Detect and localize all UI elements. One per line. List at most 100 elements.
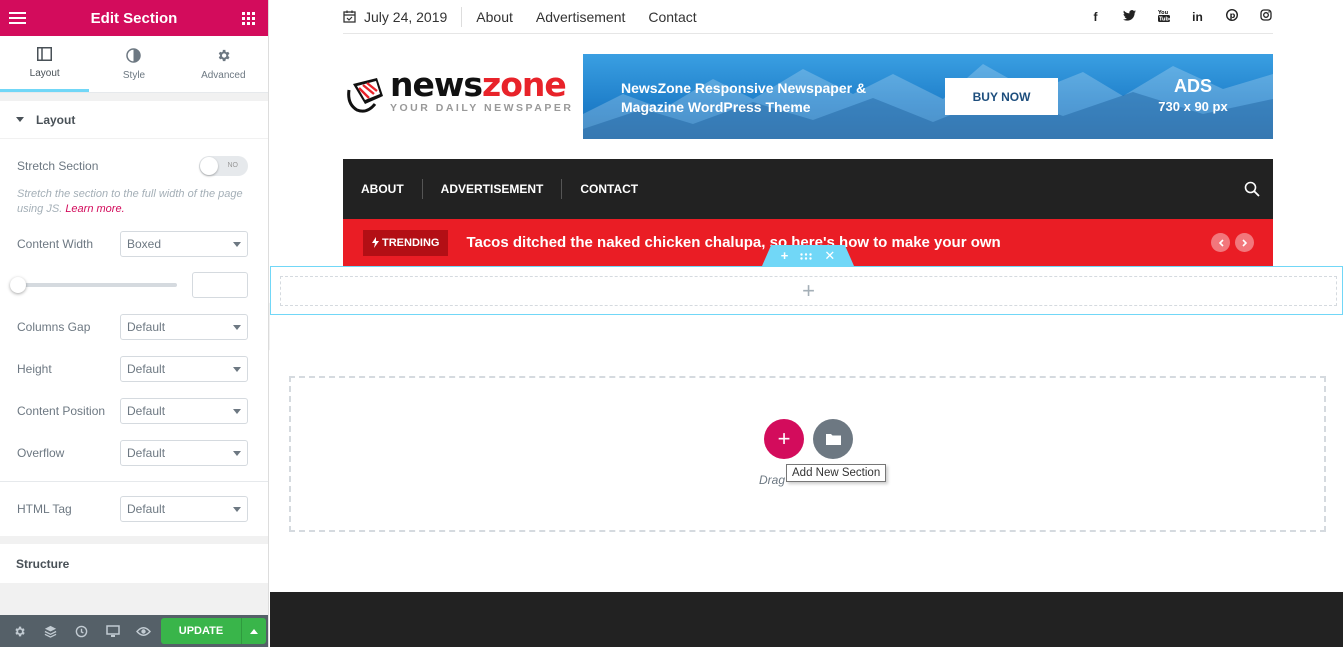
responsive-desktop-icon[interactable] xyxy=(97,615,128,647)
pinterest-icon[interactable]: p xyxy=(1224,8,1239,24)
calendar-icon xyxy=(343,10,356,23)
content-width-label: Content Width xyxy=(17,237,94,251)
widgets-grid-icon[interactable] xyxy=(242,11,255,25)
html-tag-value: Default xyxy=(127,502,166,516)
selected-section[interactable]: + xyxy=(270,266,1343,315)
folder-icon xyxy=(825,434,841,445)
update-options-button[interactable] xyxy=(241,618,266,644)
facebook-icon[interactable]: f xyxy=(1088,10,1103,24)
drag-widget-text: Drag xyxy=(759,473,786,487)
nav-item-advertisement[interactable]: ADVERTISEMENT xyxy=(423,179,563,199)
history-icon[interactable] xyxy=(66,615,97,647)
panel-header: Edit Section xyxy=(0,0,268,36)
add-template-button[interactable] xyxy=(813,419,853,459)
banner-line-1: NewsZone Responsive Newspaper & xyxy=(621,80,867,96)
plus-icon: + xyxy=(802,278,815,303)
site-footer xyxy=(270,592,1343,647)
content-width-select[interactable]: Boxed xyxy=(120,231,248,257)
topbar-link-about[interactable]: About xyxy=(476,9,513,25)
layout-section: Layout Stretch Section NO Stretch the se… xyxy=(0,101,268,536)
youtube-icon[interactable]: YouTube xyxy=(1156,9,1173,25)
main-navigation: ABOUT ADVERTISEMENT CONTACT xyxy=(343,159,1273,219)
date-text: July 24, 2019 xyxy=(364,8,448,25)
delete-section-close-icon[interactable]: ✕ xyxy=(824,248,835,264)
slider-handle[interactable] xyxy=(10,277,26,293)
editor-panel: Edit Section Layout Style Advanced Layou… xyxy=(0,0,269,647)
html-tag-control: HTML Tag Default xyxy=(0,496,268,522)
gear-icon xyxy=(215,48,231,64)
chevron-down-icon xyxy=(233,450,241,456)
instagram-icon[interactable] xyxy=(1258,9,1273,24)
drag-handle-icon[interactable] xyxy=(800,248,813,263)
height-select[interactable]: Default xyxy=(120,356,248,382)
ad-banner[interactable]: NewsZone Responsive Newspaper & Magazine… xyxy=(583,54,1273,139)
structure-section-header[interactable]: Structure xyxy=(0,544,268,584)
update-button[interactable]: UPDATE xyxy=(161,618,241,644)
content-position-control: Content Position Default xyxy=(0,398,268,424)
width-slider-control xyxy=(0,272,268,298)
add-section-area: + Drag xyxy=(289,376,1326,532)
trending-arrows xyxy=(1211,233,1254,252)
toggle-knob xyxy=(200,157,218,175)
add-widget-placeholder[interactable]: + xyxy=(280,276,1337,306)
columns-gap-value: Default xyxy=(127,320,166,334)
structure-section: Structure xyxy=(0,544,268,584)
tab-advanced[interactable]: Advanced xyxy=(179,36,268,92)
width-slider[interactable] xyxy=(10,277,178,293)
width-input[interactable] xyxy=(192,272,248,298)
panel-tabs: Layout Style Advanced xyxy=(0,36,268,93)
columns-gap-control: Columns Gap Default xyxy=(0,314,268,340)
topbar-link-advertisement[interactable]: Advertisement xyxy=(536,9,625,25)
nav-item-about[interactable]: ABOUT xyxy=(343,179,423,199)
search-icon[interactable] xyxy=(1244,181,1260,197)
svg-text:Tube: Tube xyxy=(1159,16,1170,22)
chevron-right-icon xyxy=(1241,238,1247,247)
content-width-control: Content Width Boxed xyxy=(0,231,268,257)
social-links: f YouTube in p xyxy=(1088,0,1273,33)
banner-line-2: Magazine WordPress Theme xyxy=(621,99,811,115)
plus-icon: + xyxy=(777,426,791,451)
tab-style[interactable]: Style xyxy=(89,36,178,92)
caret-down-icon xyxy=(16,117,24,122)
topbar-link-contact[interactable]: Contact xyxy=(648,9,696,25)
logo-wordmark: newszone xyxy=(390,68,573,101)
stretch-section-toggle[interactable]: NO xyxy=(199,156,248,176)
navigator-layers-icon[interactable] xyxy=(35,615,66,647)
overflow-select[interactable]: Default xyxy=(120,440,248,466)
section-handle: + ✕ xyxy=(762,245,854,266)
preview-eye-icon[interactable] xyxy=(128,615,159,647)
panel-body: Layout Stretch Section NO Stretch the se… xyxy=(0,93,268,615)
chevron-down-icon xyxy=(233,241,241,247)
stretch-description: Stretch the section to the full width of… xyxy=(0,187,268,217)
stretch-section-label: Stretch Section xyxy=(17,159,99,173)
stretch-section-control: Stretch Section NO xyxy=(0,139,268,187)
tab-layout-label: Layout xyxy=(29,68,60,79)
add-new-section-button[interactable]: + xyxy=(764,419,804,459)
menu-icon[interactable] xyxy=(9,11,26,25)
stretch-desc-text: Stretch the section to the full width of… xyxy=(17,188,243,215)
ads-size: 730 x 90 px xyxy=(1158,99,1228,114)
tab-layout[interactable]: Layout xyxy=(0,36,90,92)
html-tag-select[interactable]: Default xyxy=(120,496,248,522)
trending-next-button[interactable] xyxy=(1235,233,1254,252)
content-position-select[interactable]: Default xyxy=(120,398,248,424)
nav-item-contact[interactable]: CONTACT xyxy=(562,179,656,199)
learn-more-link[interactable]: Learn more. xyxy=(65,203,124,215)
columns-gap-select[interactable]: Default xyxy=(120,314,248,340)
twitter-icon[interactable] xyxy=(1122,9,1137,24)
settings-icon[interactable] xyxy=(4,615,35,647)
site-logo[interactable]: newszone YOUR DAILY NEWSPAPER xyxy=(343,68,573,114)
layout-section-header[interactable]: Layout xyxy=(0,101,268,139)
tab-advanced-label: Advanced xyxy=(201,69,246,81)
buy-now-button[interactable]: BUY NOW xyxy=(945,78,1058,115)
panel-title: Edit Section xyxy=(90,9,178,27)
linkedin-icon[interactable]: in xyxy=(1190,10,1205,24)
add-section-plus-icon[interactable]: + xyxy=(781,248,789,263)
trending-headline[interactable]: Tacos ditched the naked chicken chalupa,… xyxy=(466,234,1000,251)
layout-icon xyxy=(37,46,53,62)
height-label: Height xyxy=(17,362,52,376)
columns-gap-label: Columns Gap xyxy=(17,320,91,334)
topbar-date: July 24, 2019 xyxy=(343,6,463,27)
trending-prev-button[interactable] xyxy=(1211,233,1230,252)
chevron-down-icon xyxy=(233,506,241,512)
